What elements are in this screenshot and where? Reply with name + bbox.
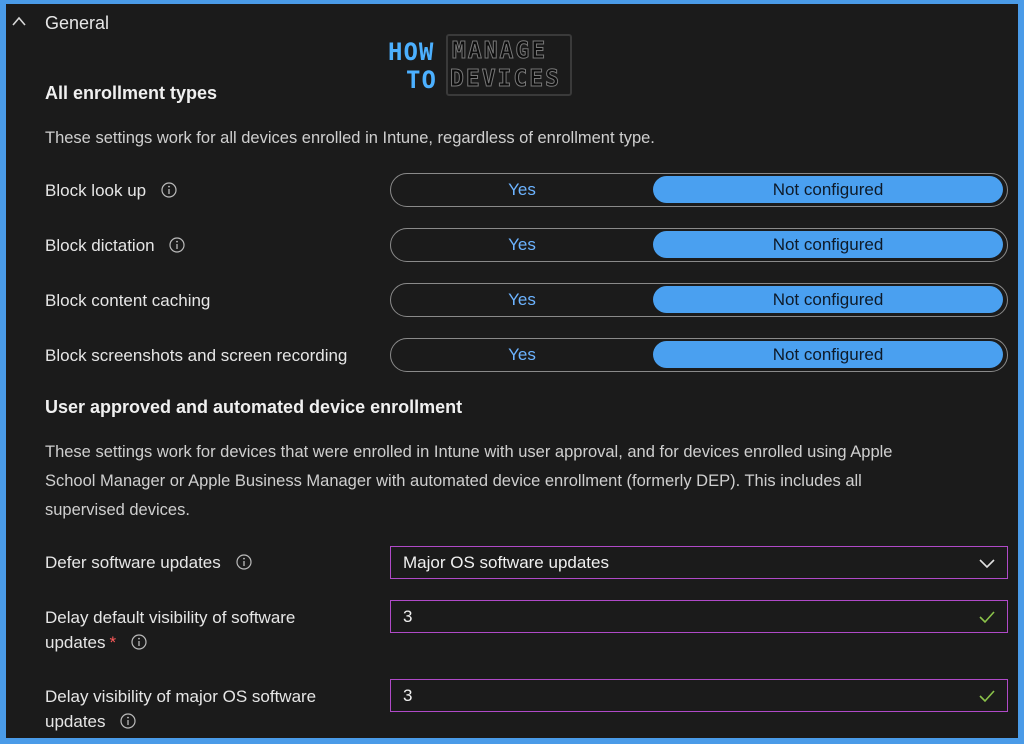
input-value: 3 bbox=[403, 685, 413, 705]
logo-to: TO bbox=[406, 66, 437, 94]
setting-label-text: Delay default visibility of software bbox=[45, 608, 296, 627]
setting-label-text: updates bbox=[45, 712, 106, 731]
option-not-configured[interactable]: Not configured bbox=[653, 231, 1003, 258]
option-yes[interactable]: Yes bbox=[391, 229, 653, 260]
toggle-block-dictation: Yes Not configured bbox=[390, 228, 1008, 262]
section-title: General bbox=[45, 13, 110, 33]
user-approved-heading: User approved and automated device enrol… bbox=[45, 397, 463, 417]
logo-manage: MANAGE bbox=[451, 38, 548, 65]
required-marker: * bbox=[109, 633, 117, 652]
logo-devices: DEVICES bbox=[450, 66, 561, 93]
info-icon[interactable] bbox=[235, 554, 252, 570]
defer-software-updates-select[interactable]: Major OS software updates bbox=[390, 546, 1008, 579]
option-not-configured[interactable]: Not configured bbox=[653, 286, 1003, 313]
input-value: 3 bbox=[403, 606, 413, 626]
user-approved-description: These settings work for devices that wer… bbox=[45, 438, 1010, 525]
description-line: supervised devices. bbox=[45, 501, 190, 519]
defer-software-updates-label: Defer software updates bbox=[45, 550, 252, 575]
option-yes[interactable]: Yes bbox=[391, 339, 653, 370]
all-enrollment-description: These settings work for all devices enro… bbox=[45, 129, 655, 147]
howto-manage-devices-logo: HOW TO MANAGE DEVICES bbox=[388, 34, 574, 100]
info-icon[interactable] bbox=[131, 634, 147, 650]
delay-major-os-visibility-input[interactable]: 3 bbox=[390, 679, 1008, 712]
toggle-block-look-up: Yes Not configured bbox=[390, 173, 1008, 207]
setting-label-block-content-caching: Block content caching bbox=[45, 291, 211, 310]
select-value: Major OS software updates bbox=[403, 552, 609, 572]
setting-label-block-dictation: Block dictation bbox=[45, 233, 185, 258]
setting-label-text: Defer software updates bbox=[45, 553, 221, 572]
logo-how: HOW bbox=[388, 38, 435, 66]
info-icon[interactable] bbox=[161, 182, 177, 198]
setting-label-block-screenshots: Block screenshots and screen recording bbox=[45, 346, 348, 365]
toggle-block-content-caching: Yes Not configured bbox=[390, 283, 1008, 317]
delay-major-os-visibility-label: Delay visibility of major OS software up… bbox=[45, 684, 316, 734]
option-not-configured[interactable]: Not configured bbox=[653, 341, 1003, 368]
description-line: School Manager or Apple Business Manager… bbox=[45, 472, 862, 490]
option-yes[interactable]: Yes bbox=[391, 284, 653, 315]
toggle-block-screenshots: Yes Not configured bbox=[390, 338, 1008, 372]
info-icon[interactable] bbox=[169, 237, 185, 253]
checkmark-icon bbox=[979, 690, 995, 703]
chevron-down-icon[interactable] bbox=[979, 556, 995, 570]
description-line: These settings work for devices that wer… bbox=[45, 443, 893, 461]
option-not-configured[interactable]: Not configured bbox=[653, 176, 1003, 203]
checkmark-icon bbox=[979, 611, 995, 624]
setting-label-block-look-up: Block look up bbox=[45, 178, 177, 203]
chevron-up-icon[interactable] bbox=[12, 16, 26, 26]
info-icon[interactable] bbox=[120, 713, 136, 729]
setting-label-text: Block dictation bbox=[45, 236, 155, 255]
setting-label-text: Block look up bbox=[45, 181, 147, 200]
setting-label-text: Delay visibility of major OS software bbox=[45, 687, 317, 706]
general-section-header[interactable]: General bbox=[6, 4, 406, 40]
delay-default-visibility-label: Delay default visibility of software upd… bbox=[45, 605, 295, 655]
settings-panel: General HOW TO MANAGE DEVICES All enroll… bbox=[6, 4, 1018, 738]
option-yes[interactable]: Yes bbox=[391, 174, 653, 205]
all-enrollment-heading: All enrollment types bbox=[45, 83, 218, 103]
delay-default-visibility-input[interactable]: 3 bbox=[390, 600, 1008, 633]
setting-label-text: updates bbox=[45, 633, 106, 652]
